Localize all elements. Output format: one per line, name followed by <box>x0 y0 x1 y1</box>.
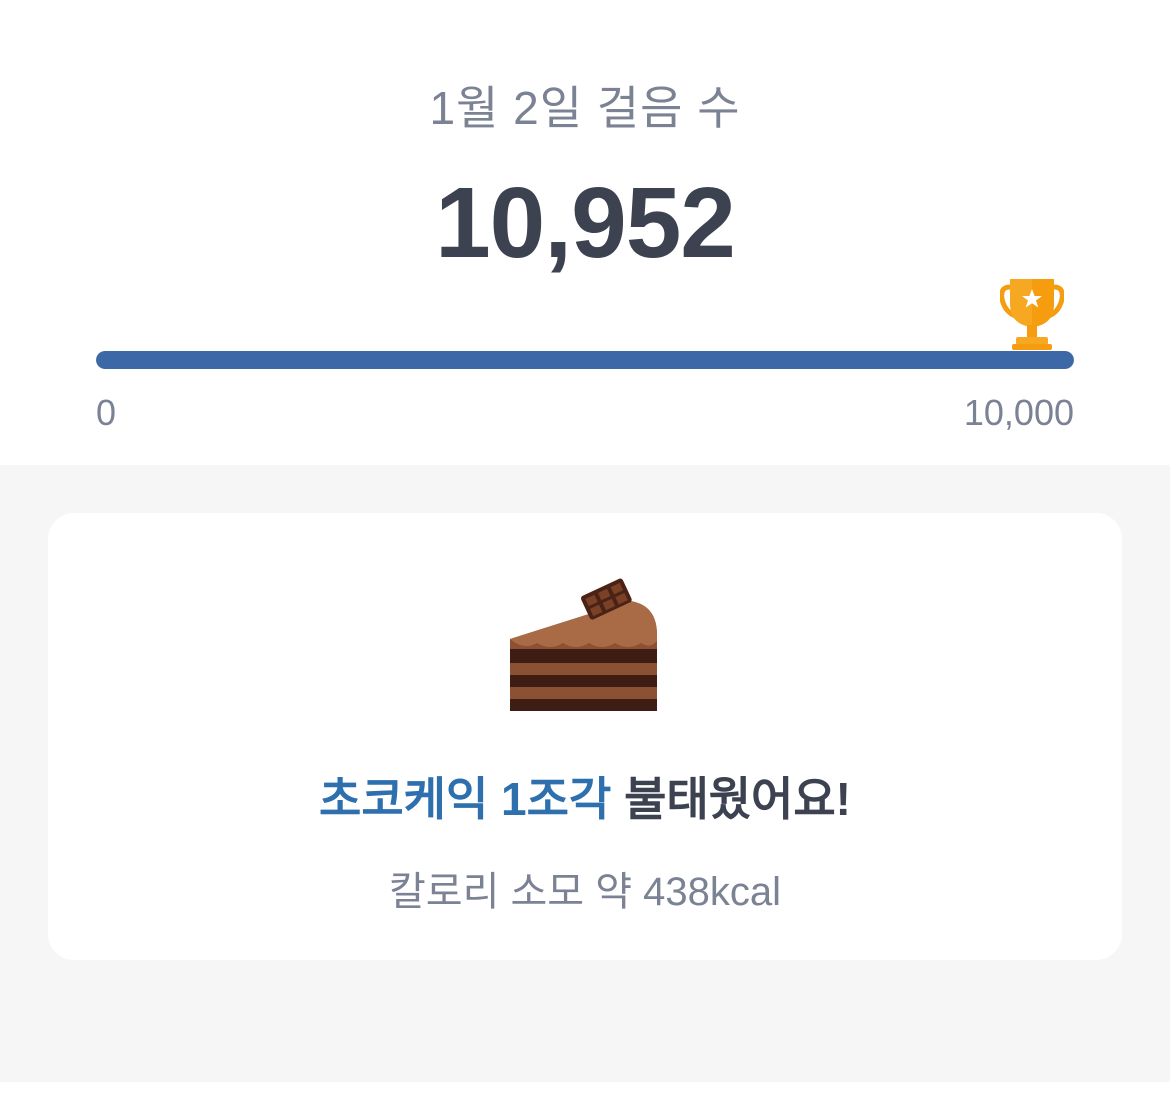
step-count: 10,952 <box>435 167 736 279</box>
headline-suffix: 불태웠어요! <box>611 773 851 825</box>
step-progress-bar <box>96 351 1074 369</box>
trophy-icon <box>1000 279 1064 350</box>
date-steps-label: 1월 2일 걸음 수 <box>429 82 741 134</box>
calorie-burned-text: 칼로리 소모 약 438kcal <box>388 870 781 914</box>
progress-max-label: 10,000 <box>963 392 1074 433</box>
calorie-card: 초코케익 1조각 불태웠어요! 칼로리 소모 약 438kcal <box>48 513 1122 960</box>
step-progress-fill <box>96 351 1074 369</box>
step-summary-section: 1월 2일 걸음 수 10,952 0 10,000 <box>0 0 1170 465</box>
progress-min-label: 0 <box>96 392 117 433</box>
calorie-headline: 초코케익 1조각 불태웠어요! <box>48 763 1122 829</box>
food-equivalent-label: 초코케익 1조각 <box>319 773 612 825</box>
chocolate-cake-icon <box>510 578 657 711</box>
calorie-section: 초코케익 1조각 불태웠어요! 칼로리 소모 약 438kcal <box>0 465 1170 1082</box>
